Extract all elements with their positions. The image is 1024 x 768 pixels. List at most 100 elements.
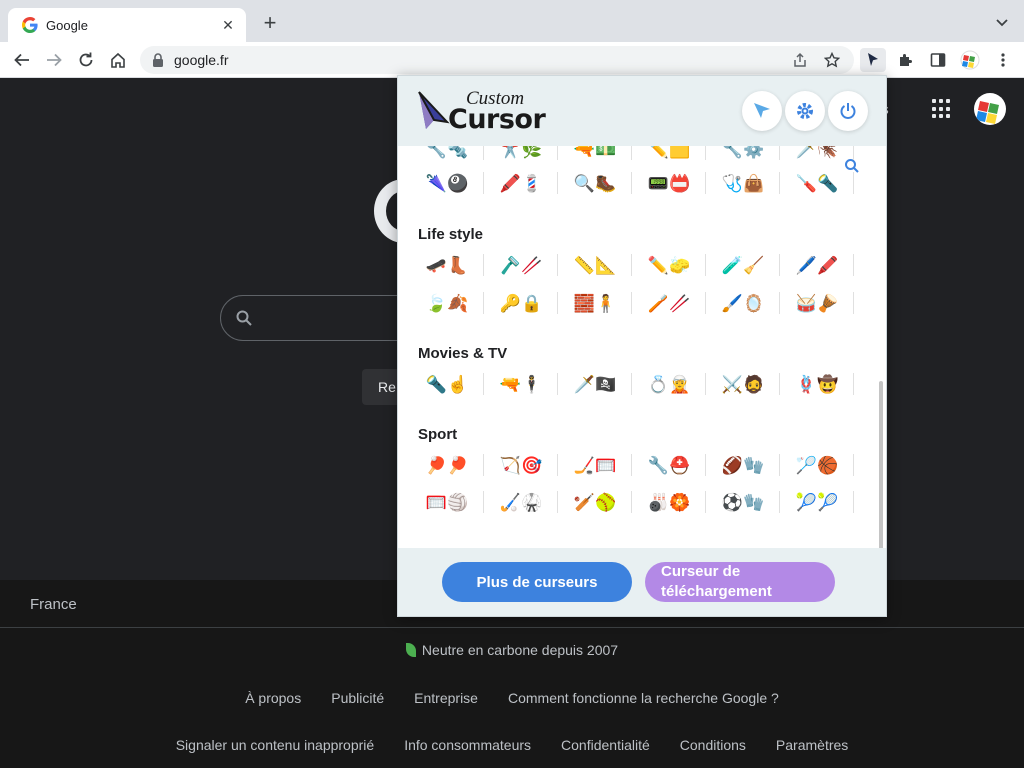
- cursor-pack[interactable]: ✏️🧽: [632, 250, 706, 280]
- profile-avatar-icon: [960, 50, 980, 70]
- tab-title: Google: [46, 17, 88, 33]
- back-button[interactable]: [10, 48, 34, 72]
- section-title-lifestyle: Life style: [418, 226, 484, 243]
- side-panel-button[interactable]: [925, 48, 951, 72]
- cursor-pack[interactable]: 🖌️🪞: [706, 288, 780, 318]
- cursor-pack[interactable]: 🗡️🪳: [780, 146, 854, 164]
- cursor-pack[interactable]: 🏏🥎: [558, 487, 632, 517]
- footer-link-settings[interactable]: Paramètres: [776, 737, 848, 753]
- more-cursors-button[interactable]: Plus de curseurs: [442, 562, 632, 602]
- cursor-pack[interactable]: 🧪🧹: [706, 250, 780, 280]
- cursor-pack[interactable]: ✏️🟨: [632, 146, 706, 164]
- cursor-pack[interactable]: 🏑🥋: [484, 487, 558, 517]
- cursor-pack[interactable]: 🖊️🖍️: [780, 250, 854, 280]
- footer-link-advertising[interactable]: Publicité: [331, 690, 384, 706]
- cursor-pack[interactable]: ⚔️🧔: [706, 369, 780, 399]
- address-bar[interactable]: google.fr: [140, 46, 854, 74]
- new-tab-button[interactable]: +: [258, 11, 282, 35]
- cursor-arrow-icon: [868, 53, 878, 66]
- back-arrow-icon: [14, 53, 29, 67]
- cursor-pack[interactable]: 🛹👢: [410, 250, 484, 280]
- cursor-pack[interactable]: 🔍🥾: [558, 168, 632, 198]
- cursor-collection-list: 🔧🔩 ✂️🌿 🔫💵 ✏️🟨 🔧⚙️ 🗡️🪳 🌂🎱 🖍️💈 🔍🥾 📟📛 🩺👜 🪛🔦…: [398, 146, 886, 548]
- upload-cursor-button[interactable]: Curseur de téléchargement: [645, 562, 835, 602]
- cursor-pack[interactable]: 🔧⚙️: [706, 146, 780, 164]
- cursor-mode-button[interactable]: [742, 91, 782, 131]
- cursor-pack[interactable]: 🪒🥢: [484, 250, 558, 280]
- cursor-pack[interactable]: 🔧🔩: [410, 146, 484, 164]
- cursor-pack[interactable]: 🩺👜: [706, 168, 780, 198]
- tab-google[interactable]: Google ✕: [8, 8, 246, 42]
- tab-search-chevron-icon[interactable]: [992, 12, 1012, 32]
- logo-arrow-icon: [418, 91, 450, 129]
- cursor-pack[interactable]: 🔫💵: [558, 146, 632, 164]
- cursor-pack[interactable]: 🗡️🏴‍☠️: [558, 369, 632, 399]
- power-icon: [840, 103, 856, 119]
- section-title-sport: Sport: [418, 426, 458, 443]
- cursor-pack[interactable]: 🔫🕴️: [484, 369, 558, 399]
- cursor-pack[interactable]: 🍃🍂: [410, 288, 484, 318]
- section-title-movies: Movies & TV: [418, 345, 508, 362]
- cursor-pack[interactable]: 🥅🏐: [410, 487, 484, 517]
- extensions-button[interactable]: [893, 48, 919, 72]
- forward-button[interactable]: [42, 48, 66, 72]
- tab-close-icon[interactable]: ✕: [218, 17, 238, 34]
- cursor-pack[interactable]: 🪢🤠: [780, 369, 854, 399]
- tab-strip: Google ✕ +: [0, 0, 1024, 42]
- carbon-text: Neutre en carbone depuis 2007: [421, 642, 619, 658]
- google-apps-icon[interactable]: [932, 99, 952, 119]
- cursor-pack[interactable]: 🔦☝️: [410, 369, 484, 399]
- cursor-pack[interactable]: 🔧⛑️: [632, 450, 706, 480]
- side-panel-icon: [930, 53, 946, 67]
- cursor-pack[interactable]: ⚽🧤: [706, 487, 780, 517]
- url-text: google.fr: [174, 52, 229, 68]
- custom-cursor-popup: Custom Cursor 🔧🔩 ✂️🌿 🔫💵 ✏️🟨 🔧⚙️ 🗡️🪳 🌂🎱 🖍…: [397, 75, 887, 617]
- reload-button[interactable]: [74, 48, 98, 72]
- chrome-menu-button[interactable]: [990, 48, 1016, 72]
- cursor-pack[interactable]: 🔑🔒: [484, 288, 558, 318]
- footer-link-privacy[interactable]: Confidentialité: [561, 737, 650, 753]
- cursor-pack[interactable]: 🏈🧤: [706, 450, 780, 480]
- google-favicon-icon: [22, 17, 38, 33]
- footer-link-how-search-works[interactable]: Comment fonctionne la recherche Google ?: [508, 690, 779, 706]
- settings-button[interactable]: [785, 91, 825, 131]
- cursor-pack[interactable]: 🌂🎱: [410, 168, 484, 198]
- bookmark-star-icon[interactable]: [822, 50, 842, 70]
- footer-link-consumer-info[interactable]: Info consommateurs: [404, 737, 531, 753]
- cursor-pack[interactable]: 📏📐: [558, 250, 632, 280]
- popup-footer: Plus de curseurs Curseur de téléchargeme…: [398, 548, 886, 616]
- cursor-pack[interactable]: 🧱🧍: [558, 288, 632, 318]
- cursor-pack[interactable]: 🪛🔦: [780, 168, 854, 198]
- forward-arrow-icon: [47, 53, 62, 67]
- custom-cursor-extension-button[interactable]: [860, 48, 886, 72]
- home-button[interactable]: [106, 48, 130, 72]
- share-icon[interactable]: [790, 50, 810, 70]
- cursor-pack[interactable]: 🖍️💈: [484, 168, 558, 198]
- cursor-pack[interactable]: 🏒🥅: [558, 450, 632, 480]
- cursor-pack[interactable]: 📟📛: [632, 168, 706, 198]
- cursor-pack[interactable]: 🎾🎾: [780, 487, 854, 517]
- popup-header: Custom Cursor: [398, 76, 886, 146]
- profile-button[interactable]: [957, 48, 983, 72]
- account-avatar[interactable]: [974, 93, 1006, 125]
- logo-text-cursor: Cursor: [448, 104, 546, 135]
- footer-link-about[interactable]: À propos: [245, 690, 301, 706]
- custom-cursor-logo: Custom Cursor: [416, 88, 556, 135]
- cursor-pack[interactable]: 🏹🎯: [484, 450, 558, 480]
- power-button[interactable]: [828, 91, 868, 131]
- footer-link-report[interactable]: Signaler un contenu inapproprié: [176, 737, 374, 753]
- footer-link-business[interactable]: Entreprise: [414, 690, 478, 706]
- cursor-pack[interactable]: 🎳🏵️: [632, 487, 706, 517]
- footer-link-terms[interactable]: Conditions: [680, 737, 746, 753]
- cursor-pack[interactable]: 🏓🏓: [410, 450, 484, 480]
- kebab-menu-icon: [1001, 53, 1005, 67]
- cursor-pack[interactable]: 💍🧝: [632, 369, 706, 399]
- popup-scrollbar[interactable]: [879, 381, 883, 548]
- cursor-pack[interactable]: ✂️🌿: [484, 146, 558, 164]
- cursor-pack[interactable]: 🏸🏀: [780, 450, 854, 480]
- reload-icon: [79, 52, 93, 67]
- cursor-pack[interactable]: 🥁🪘: [780, 288, 854, 318]
- leaf-icon: [405, 643, 416, 657]
- cursor-pack[interactable]: 🪥🥢: [632, 288, 706, 318]
- carbon-neutral-note[interactable]: Neutre en carbone depuis 2007: [0, 642, 1024, 658]
